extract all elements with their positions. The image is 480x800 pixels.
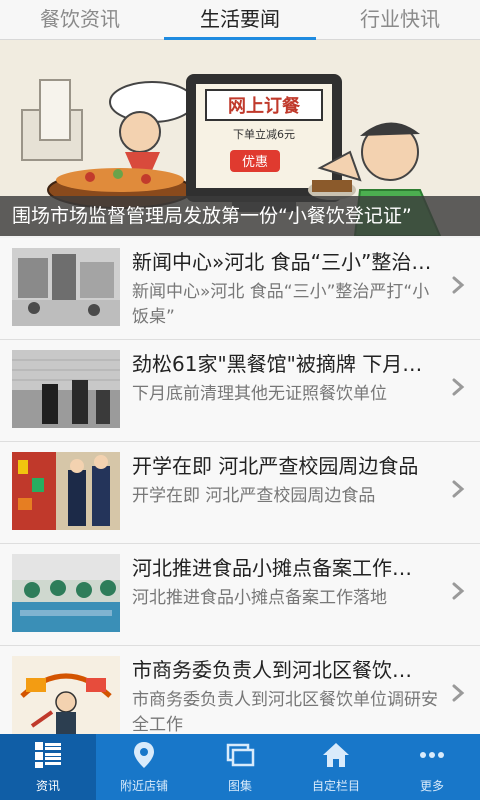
- chevron-right-icon: [452, 480, 465, 498]
- home-icon: [323, 743, 349, 767]
- news-item[interactable]: 新闻中心»河北 食品“三小”整治… 新闻中心»河北 食品“三小”整治严打“小饭桌…: [0, 238, 480, 340]
- news-summary: 河北推进食品小摊点备案工作落地: [132, 588, 387, 608]
- news-thumbnail: [12, 350, 120, 428]
- nav-custom-column[interactable]: 自定栏目: [288, 734, 384, 800]
- nav-more[interactable]: 更多: [384, 734, 480, 800]
- tab-catering-news[interactable]: 餐饮资讯: [0, 0, 160, 39]
- nav-label: 更多: [419, 779, 444, 793]
- top-tabs: 餐饮资讯 生活要闻 行业快讯: [0, 0, 480, 40]
- chevron-right-icon: [452, 684, 465, 702]
- tab-industry-news[interactable]: 行业快讯: [320, 0, 480, 39]
- news-summary: 下月底前清理其他无证照餐饮单位: [132, 384, 387, 404]
- nav-label: 图集: [227, 779, 252, 793]
- featured-banner[interactable]: 网上订餐 下单立减6元 优惠 围场市场监督管理局发放第一份“小餐饮登记证”: [0, 40, 480, 236]
- location-pin-icon: [134, 742, 154, 768]
- nav-nearby-shops[interactable]: 附近店铺: [96, 734, 192, 800]
- news-summary: 新闻中心»河北 食品“三小”整治严打“小饭桌”: [132, 282, 430, 327]
- news-item[interactable]: 开学在即 河北严查校园周边食品 开学在即 河北严查校园周边食品: [0, 442, 480, 544]
- news-item[interactable]: 劲松61家"黑餐馆"被摘牌 下月… 下月底前清理其他无证照餐饮单位: [0, 340, 480, 442]
- more-dots-icon: [420, 752, 444, 758]
- news-item[interactable]: 市商务委负责人到河北区餐饮… 市商务委负责人到河北区餐饮单位调研安全工作: [0, 646, 480, 734]
- news-title: 新闻中心»河北 食品“三小”整治…: [132, 250, 432, 274]
- grid-icon: [35, 742, 61, 768]
- news-summary: 开学在即 河北严查校园周边食品: [132, 486, 376, 506]
- nav-gallery[interactable]: 图集: [192, 734, 288, 800]
- gallery-icon: [226, 743, 255, 767]
- news-summary: 市商务委负责人到河北区餐饮单位调研安全工作: [132, 690, 438, 734]
- chevron-right-icon: [452, 582, 465, 600]
- news-thumbnail: [12, 656, 120, 734]
- news-title: 开学在即 河北严查校园周边食品: [132, 454, 419, 478]
- svg-text:下单立减6元: 下单立减6元: [233, 127, 295, 141]
- svg-text:优惠: 优惠: [242, 155, 268, 170]
- nav-label: 资讯: [35, 779, 60, 793]
- banner-caption: 围场市场监督管理局发放第一份“小餐饮登记证”: [0, 196, 480, 236]
- nav-label: 自定栏目: [311, 779, 360, 793]
- news-title: 市商务委负责人到河北区餐饮…: [132, 658, 412, 682]
- news-thumbnail: [12, 554, 120, 632]
- svg-text:网上订餐: 网上订餐: [228, 95, 301, 117]
- chevron-right-icon: [452, 276, 465, 294]
- app-root: 餐饮资讯 生活要闻 行业快讯 网上订餐 下单立减6元 优惠 围场市场监督管理局发…: [0, 0, 480, 800]
- news-title: 河北推进食品小摊点备案工作…: [132, 556, 412, 580]
- news-title: 劲松61家"黑餐馆"被摘牌 下月…: [132, 352, 423, 376]
- nav-label: 附近店铺: [119, 779, 168, 793]
- news-list: 新闻中心»河北 食品“三小”整治… 新闻中心»河北 食品“三小”整治严打“小饭桌…: [0, 238, 480, 734]
- bottom-nav: 资讯 附近店铺 图集 自定栏目 更多: [0, 734, 480, 800]
- chevron-right-icon: [452, 378, 465, 396]
- nav-news[interactable]: 资讯: [0, 734, 96, 800]
- news-item[interactable]: 河北推进食品小摊点备案工作… 河北推进食品小摊点备案工作落地: [0, 544, 480, 646]
- tab-life-news[interactable]: 生活要闻: [160, 0, 320, 40]
- news-thumbnail: [12, 452, 120, 530]
- news-thumbnail: [12, 248, 120, 326]
